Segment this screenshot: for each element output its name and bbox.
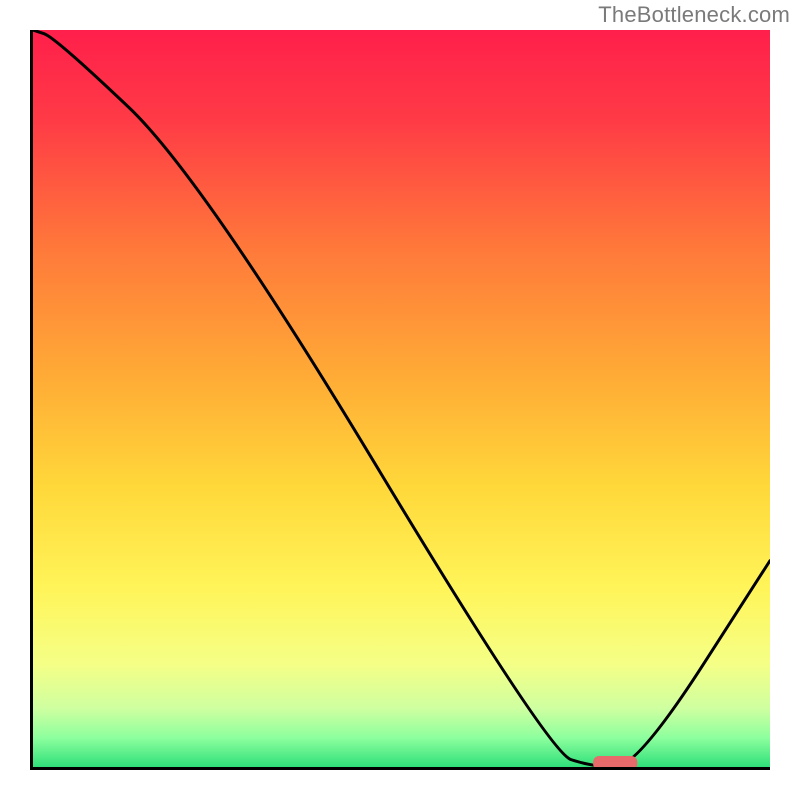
optimum-marker	[593, 756, 637, 767]
chart-stage: TheBottleneck.com	[0, 0, 800, 800]
optimum-marker-layer	[33, 30, 770, 767]
plot-area	[30, 30, 770, 770]
watermark-text: TheBottleneck.com	[598, 2, 790, 28]
